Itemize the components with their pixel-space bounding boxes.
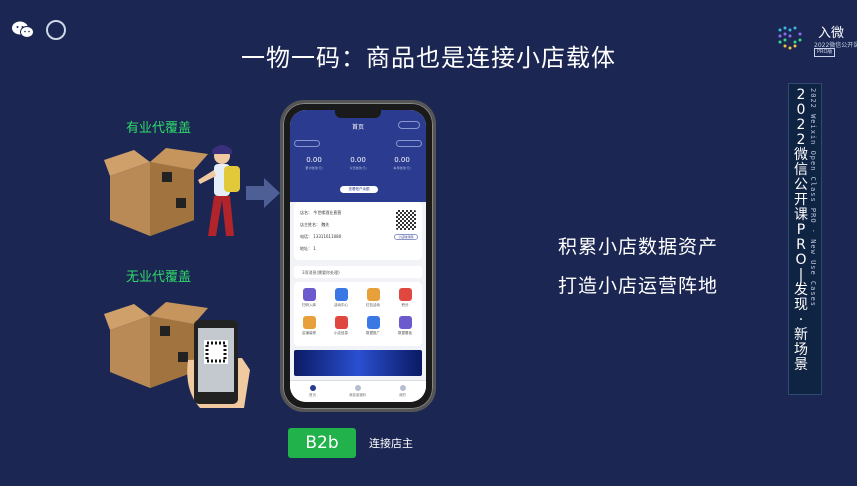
stat-month: 0.00 本月收款(元) — [393, 156, 411, 170]
app-menu-capsule[interactable] — [398, 121, 420, 129]
phone-notch — [335, 110, 381, 118]
activity-center-icon[interactable] — [335, 288, 348, 301]
grid-label: 数据看板 — [398, 331, 412, 335]
stat-today: 0.00 今日收款(元) — [349, 156, 367, 170]
stat-total: 0.00 累计收款(元) — [305, 156, 323, 170]
grid-label: 红包活动 — [366, 303, 380, 307]
data-promo-icon[interactable] — [367, 316, 380, 329]
operation-base-text: 打造小店运营阵地 — [558, 275, 719, 297]
tab-mine[interactable]: 我的 — [380, 385, 425, 398]
store-info-card: 店名： 今世缘酒业直营 店主姓名： 魏先 电话： 13311611080 地址：… — [294, 202, 422, 260]
tab-bar: 首页 消费者福利 我的 — [290, 380, 426, 402]
phone-mockup: 首页 0.00 累计收款(元) 0.00 今日收款(元) 0.00 本月收款(元) 查… — [280, 100, 436, 412]
circle-logo-icon — [46, 20, 66, 40]
store-decor-icon[interactable] — [303, 316, 316, 329]
grid-label: 数据推广 — [366, 331, 380, 335]
scan-stock-icon[interactable] — [303, 288, 316, 301]
header-chip-right[interactable] — [396, 140, 422, 147]
phone-screen: 首页 0.00 累计收款(元) 0.00 今日收款(元) 0.00 本月收款(元) 查… — [290, 110, 426, 402]
app-header: 首页 0.00 累计收款(元) 0.00 今日收款(元) 0.00 本月收款(元) 查… — [290, 110, 426, 202]
points-icon[interactable] — [399, 288, 412, 301]
grid-label: 活动中心 — [334, 303, 348, 307]
tab-consumer-benefits[interactable]: 消费者福利 — [335, 385, 380, 398]
delivery-illustration — [104, 140, 246, 248]
grid-label: 小店信息 — [334, 331, 348, 335]
promo-banner[interactable] — [294, 350, 422, 376]
phone-row: 电话： 13311611080 — [300, 234, 342, 239]
store-info-icon[interactable] — [335, 316, 348, 329]
grid-label: 积分 — [401, 303, 409, 307]
side-banner-english: 2022 Weixin Open Class PRO · New Use Cas… — [809, 88, 817, 308]
b2b-caption: 连接店主 — [369, 437, 413, 450]
covered-label: 有业代覆盖 — [126, 121, 192, 136]
owner-row: 店主姓名： 魏先 — [300, 222, 330, 227]
balance-button[interactable]: 查看账户余额 — [340, 186, 378, 193]
scan-illustration — [104, 300, 254, 412]
grid-label: 店铺装修 — [302, 331, 316, 335]
side-banner: 2 0 2 2 微信公开课 P R O | 发现 · 新场景 2022 Weixin Open Cla… — [788, 83, 822, 395]
notice-bar[interactable]: 3项消息(需要你处理) — [294, 266, 422, 278]
address-row: 地址： 1 — [300, 246, 316, 251]
red-packet-icon[interactable] — [367, 288, 380, 301]
qr-code-button[interactable]: 小店收款码 — [394, 234, 418, 240]
page-title: 一物一码：商品也是连接小店载体 — [241, 44, 616, 72]
grid-label: 扫码入库 — [302, 303, 316, 307]
header-chip-left[interactable] — [294, 140, 320, 147]
store-qr-icon[interactable] — [396, 210, 416, 230]
accumulate-data-text: 积累小店数据资产 — [558, 236, 719, 258]
uncovered-label: 无业代覆盖 — [126, 270, 192, 285]
tab-home[interactable]: 首页 — [290, 385, 335, 398]
feature-grid: 扫码入库 活动中心 红包活动 积分 店铺装修 小店信息 数据推广 数据看板 — [294, 282, 422, 346]
b2b-badge: B2b — [288, 428, 356, 458]
arrow-right-icon — [246, 178, 280, 208]
dashboard-icon[interactable] — [399, 316, 412, 329]
wechat-icon — [12, 20, 34, 40]
store-name-row: 店名： 今世缘酒业直营 — [300, 210, 342, 215]
